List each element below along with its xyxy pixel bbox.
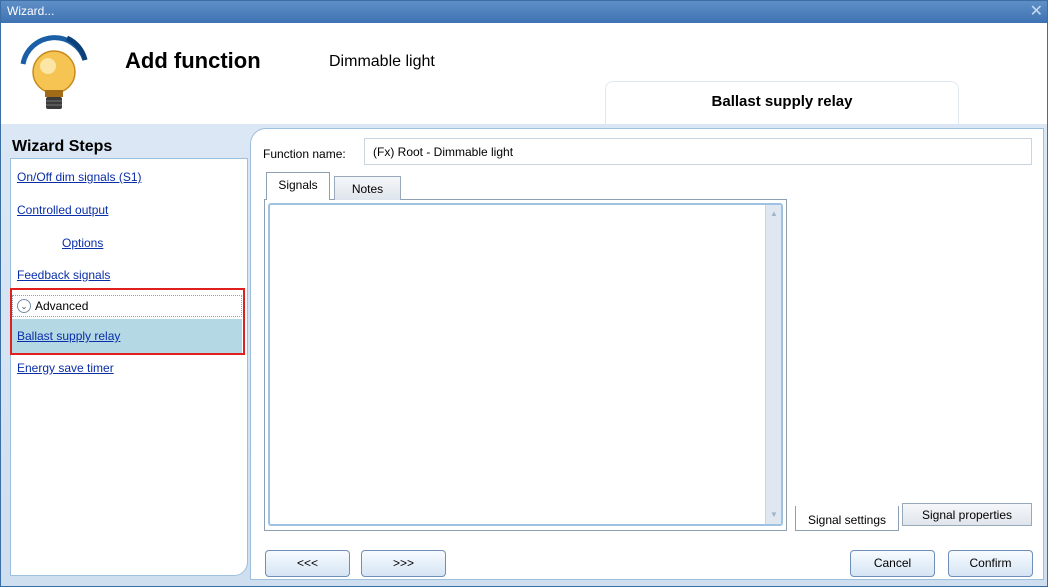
- next-button[interactable]: >>>: [361, 550, 446, 577]
- tab-signal-settings[interactable]: Signal settings: [795, 506, 899, 531]
- function-name-input[interactable]: [364, 138, 1032, 165]
- step-energy-save-timer[interactable]: Energy save timer: [17, 361, 114, 375]
- current-step-tab: Ballast supply relay: [605, 81, 959, 124]
- function-type-label: Dimmable light: [329, 53, 435, 70]
- back-button[interactable]: <<<: [265, 550, 350, 577]
- close-icon[interactable]: ✕: [1030, 1, 1043, 23]
- tab-signal-properties[interactable]: Signal properties: [902, 503, 1032, 526]
- function-name-label: Function name:: [263, 147, 346, 161]
- signals-scrollbar[interactable]: ▲ ▼: [765, 205, 781, 524]
- step-options[interactable]: Options: [62, 236, 103, 250]
- confirm-button[interactable]: Confirm: [948, 550, 1033, 577]
- step-on-off-dim-signals[interactable]: On/Off dim signals (S1): [17, 170, 142, 184]
- scroll-up-icon[interactable]: ▲: [766, 207, 782, 221]
- step-controlled-output[interactable]: Controlled output: [17, 203, 108, 217]
- light-bulb-icon: [20, 35, 88, 109]
- cancel-button[interactable]: Cancel: [850, 550, 935, 577]
- tab-signals[interactable]: Signals: [266, 172, 330, 200]
- window-title: Wizard...: [7, 4, 55, 18]
- wizard-steps-title: Wizard Steps: [12, 138, 113, 155]
- signals-list[interactable]: [268, 203, 783, 526]
- title-bar: Wizard... ✕: [1, 1, 1047, 23]
- highlight-box: [10, 288, 245, 355]
- step-feedback-signals[interactable]: Feedback signals: [17, 268, 110, 282]
- tab-notes[interactable]: Notes: [334, 176, 401, 200]
- scroll-down-icon[interactable]: ▼: [766, 508, 782, 522]
- signal-details-pane: [786, 199, 1034, 531]
- page-title: Add function: [125, 48, 261, 73]
- wizard-header: Add function Dimmable light Ballast supp…: [1, 23, 1047, 124]
